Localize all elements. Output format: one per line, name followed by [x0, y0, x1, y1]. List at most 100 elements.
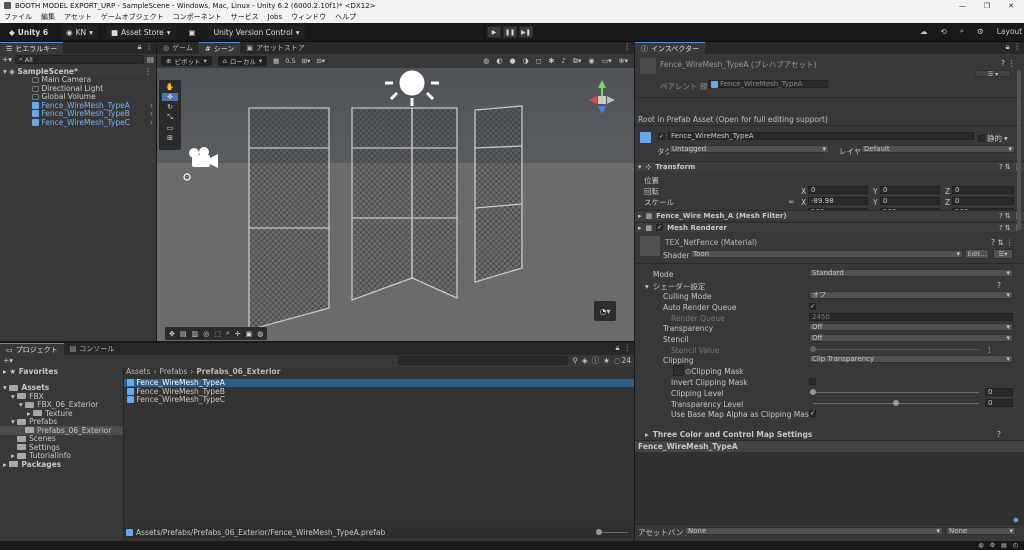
more-icon[interactable]: ⋮ [145, 67, 157, 76]
favorite-icon[interactable]: ★ [603, 356, 610, 365]
rotation-z-field[interactable]: 0 [952, 197, 1014, 205]
menu-edit[interactable]: 編集 [41, 12, 55, 22]
search-icon[interactable]: ⌕ [960, 26, 964, 36]
snap-value[interactable]: 0.5 [285, 57, 295, 65]
shaded-icon[interactable]: ● [509, 57, 515, 65]
inspector-scrollbar[interactable] [1017, 70, 1021, 230]
tree-item-tutorialinfo[interactable]: ▸ TutorialInfo [0, 451, 123, 460]
lock-icon[interactable]: 🔒︎ [616, 343, 624, 355]
fence-a-model[interactable] [248, 107, 330, 331]
asset-bundle-dropdown[interactable]: None [685, 527, 943, 535]
lock-icon[interactable]: 🔒︎ [1006, 42, 1014, 54]
invert-clipping-mask-checkbox[interactable] [809, 378, 816, 385]
asset-store-button[interactable]: ■ Asset Store ▾ [105, 25, 176, 39]
breadcrumb-item[interactable]: Prefabs [159, 367, 187, 376]
asset-bundle-variant-dropdown[interactable]: None [946, 527, 1016, 535]
status-icon[interactable]: ⚙ [990, 542, 995, 549]
file-row[interactable]: Fence_WireMesh_TypeC [124, 395, 634, 404]
breadcrumb-item[interactable]: Prefabs_06_Exterior [196, 367, 280, 376]
filter-icon[interactable]: ⚲ [572, 356, 578, 365]
help-icon[interactable]: ? [997, 430, 1001, 439]
object-name-field[interactable]: Fence_WireMesh_TypeA [668, 132, 974, 140]
visibility-icon[interactable]: ◉ [588, 57, 594, 65]
menu-window[interactable]: ウィンドウ [291, 12, 326, 22]
icon-size-knob[interactable] [596, 529, 602, 535]
menu-services[interactable]: サービス [231, 12, 259, 22]
parent-field[interactable]: Fence_WireMesh_TypeA [708, 80, 828, 88]
scene-camera-toggle[interactable]: ◔▾ [594, 301, 616, 321]
transform-tool-icon[interactable]: ⊞ [167, 134, 173, 142]
chevron-right-icon[interactable]: › [150, 118, 156, 127]
lock-icon[interactable]: 🔒︎ [138, 42, 146, 54]
overlay-tool-icon[interactable]: ⌕ [226, 329, 230, 338]
clipping-mask-slot[interactable] [673, 365, 684, 376]
position-y-field[interactable]: 0 [880, 186, 940, 194]
menu-file[interactable]: ファイル [4, 12, 32, 22]
component-icons[interactable]: ? ⇅ ⋮ [991, 238, 1014, 247]
cloud-icon[interactable]: ☁ [920, 27, 928, 36]
clipping-level-slider[interactable] [813, 392, 979, 393]
overlay-tool-icon[interactable]: ▣ [246, 330, 253, 338]
rotation-y-field[interactable]: 0 [880, 197, 940, 205]
tree-item-fbx[interactable]: ▾ FBX [0, 392, 123, 401]
grid-snap-icon[interactable]: ⊟▾ [316, 57, 325, 65]
shader-settings-foldout[interactable]: ▾ シェーダー設定 [645, 281, 705, 292]
hierarchy-item[interactable]: Fence_WireMesh_TypeA › [0, 101, 156, 110]
tab-hierarchy[interactable]: ☰ ヒエラルキー [0, 42, 64, 54]
more-icon[interactable]: ⋮ [1008, 59, 1016, 68]
hierarchy-item[interactable]: ▢ Global Volume [0, 92, 156, 101]
hierarchy-item[interactable]: Fence_WireMesh_TypeC › [0, 118, 156, 127]
fence-b-model[interactable] [351, 107, 458, 301]
local-dropdown[interactable]: ⌂ ローカル ▾ [217, 56, 268, 66]
more-icon[interactable]: ⋮ [624, 42, 635, 54]
tree-item-fbx-exterior[interactable]: ▾ FBX_06_Exterior [0, 400, 123, 409]
scale-tool-icon[interactable]: ⤡ [167, 113, 173, 122]
mesh-renderer-header[interactable]: ▸ ▩ ✓ Mesh Renderer ? ⇅ ⋮ [635, 222, 1024, 232]
effects-icon[interactable]: ⧉▾ [573, 57, 582, 66]
more-icon[interactable]: ⋮ [1014, 42, 1024, 54]
help-icon[interactable]: ? [1001, 59, 1005, 68]
tab-scene[interactable]: # シーン [198, 42, 241, 54]
account-button[interactable]: ◉ KN ▾ [61, 25, 98, 39]
tree-item-packages[interactable]: ▸ Packages [0, 460, 123, 469]
info-icon[interactable]: ⓘ [592, 355, 600, 366]
status-icon[interactable]: ▤ [1001, 542, 1007, 549]
more-icon[interactable]: ⋮ [146, 42, 157, 54]
tree-item-settings[interactable]: Settings [0, 443, 123, 452]
transform-header[interactable]: ▾ ⊹ Transform ? ⇅ ⋮ [635, 161, 1024, 171]
active-checkbox[interactable]: ✓ [658, 133, 665, 140]
breadcrumb-item[interactable]: Assets [126, 367, 150, 376]
overlay-tool-icon[interactable]: ⬚ [214, 330, 221, 338]
preview-area[interactable] [635, 452, 1024, 524]
three-color-foldout[interactable]: ▸ Three Color and Control Map Settings [645, 430, 812, 439]
add-icon[interactable]: +▾ [2, 55, 12, 64]
camera-icon[interactable]: ▭▾ [601, 57, 611, 65]
grid-toggle-icon[interactable]: ⊞▾ [302, 57, 311, 65]
file-row[interactable]: Fence_WireMesh_TypeB [124, 387, 634, 396]
position-x-field[interactable]: 0 [808, 186, 868, 194]
overlay-tool-icon[interactable]: ✥ [169, 330, 175, 338]
overlay-tool-icon[interactable]: ◍ [257, 330, 263, 338]
globe-icon[interactable]: ◍ [483, 57, 489, 65]
play-button[interactable]: ▶ [487, 26, 501, 38]
rect-tool-icon[interactable]: ▭ [167, 124, 174, 132]
menu-assets[interactable]: アセット [64, 12, 92, 22]
fence-c-model[interactable] [474, 105, 523, 283]
menu-component[interactable]: コンポーネント [173, 12, 222, 22]
minimize-icon[interactable]: — [959, 2, 966, 10]
tab-game[interactable]: ◎ ゲーム [157, 42, 199, 54]
wireframe-icon[interactable]: ◐ [496, 57, 502, 65]
transparency-level-field[interactable]: 0 [985, 399, 1013, 407]
2d-icon[interactable]: ◻ [536, 57, 542, 65]
unity-button[interactable]: ◆ Unity 6 [4, 25, 53, 39]
lighting-icon[interactable]: ✱ [549, 57, 555, 65]
hierarchy-search[interactable]: ⌕ All [15, 55, 144, 64]
status-icon[interactable]: ◍ [978, 542, 983, 549]
link-icon[interactable]: ∞ [788, 197, 794, 206]
hierarchy-item[interactable]: ▢ Directional Light [0, 84, 156, 93]
tree-item-prefabs-exterior[interactable]: Prefabs_06_Exterior [0, 426, 123, 435]
status-icon[interactable]: ◴ [1013, 542, 1018, 549]
shader-dropdown[interactable]: Toon [690, 250, 963, 258]
tree-item-assets[interactable]: ▾ Assets [0, 383, 123, 392]
layer-dropdown[interactable]: Default [861, 145, 1015, 153]
